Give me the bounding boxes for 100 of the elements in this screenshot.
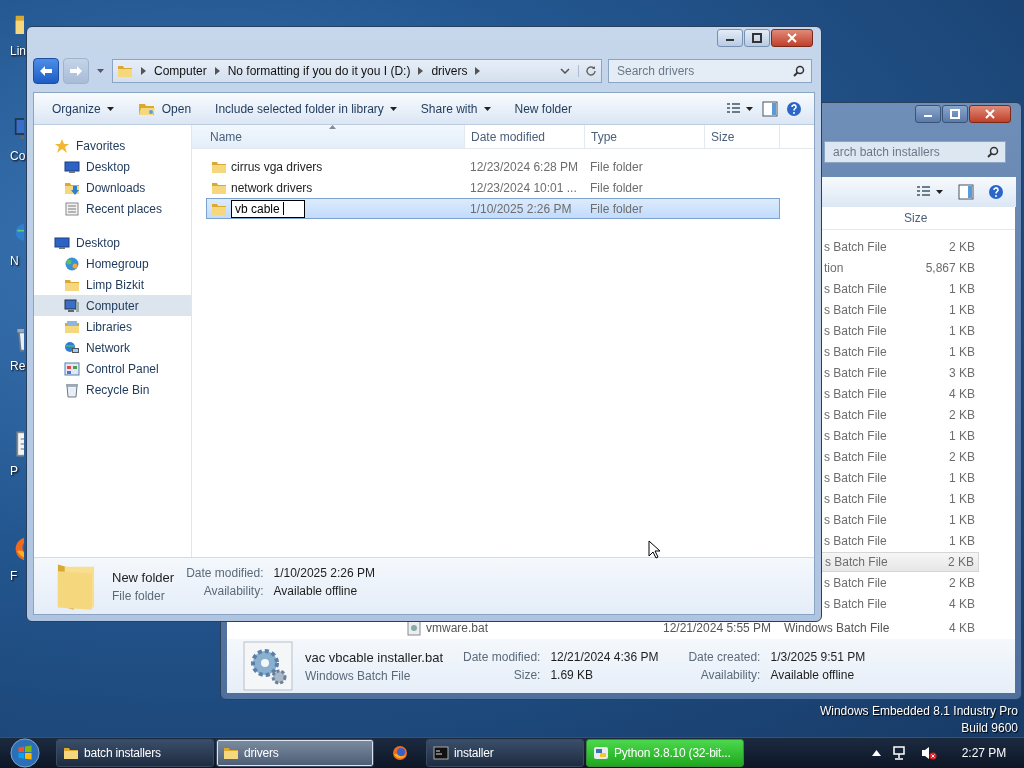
minimize-button[interactable] [915, 105, 941, 123]
table-cell: network drivers [231, 180, 313, 195]
nav-item[interactable]: Desktop [34, 232, 191, 253]
nav-item[interactable]: Favorites [34, 135, 191, 156]
chevron-icon[interactable] [141, 67, 146, 75]
toolbar-button[interactable]: Include selected folder in library [205, 98, 407, 119]
chevron-icon[interactable] [418, 67, 424, 75]
desktop-icon-label[interactable]: P [10, 464, 18, 478]
nav-item[interactable]: Computer [34, 295, 191, 316]
arrow-right-icon [69, 65, 83, 77]
view-options-button[interactable] [724, 101, 756, 116]
taskbar-button[interactable]: batch installers [56, 739, 214, 767]
table-cell: 2 KB [949, 576, 975, 590]
help-button[interactable] [986, 184, 1006, 200]
gear-icon [243, 641, 293, 691]
folder-icon [63, 745, 79, 761]
nav-item[interactable]: Network [34, 337, 191, 358]
table-cell: s Batch File [824, 240, 887, 254]
nav-item[interactable]: Limp Bizkit [34, 274, 191, 295]
nav-item[interactable]: Control Panel [34, 358, 191, 379]
desktop-icon-label[interactable]: F [10, 569, 18, 583]
file-row[interactable]: vb cable 1/10/2025 2:26 PM File folder [206, 198, 780, 219]
preview-pane-button[interactable] [760, 100, 780, 117]
maximize-button[interactable] [744, 29, 770, 47]
nav-item[interactable]: Downloads [34, 177, 191, 198]
desktop-icon-label[interactable]: Re [10, 359, 26, 373]
search-field[interactable]: arch batch installers [824, 141, 1006, 163]
nav-item[interactable]: Recent places [34, 198, 191, 219]
table-cell-text: 1/10/2025 2:26 PM [469, 201, 573, 216]
caret-icon [106, 106, 114, 111]
field-value: 1/10/2025 2:26 PM [273, 566, 375, 580]
chevron-icon[interactable] [475, 67, 481, 75]
caret-icon[interactable] [560, 68, 570, 74]
table-cell: Windows Batch File [784, 621, 890, 635]
muted-speaker-icon[interactable] [921, 745, 937, 761]
table-cell: 4 KB [949, 597, 975, 611]
rename-field[interactable]: vb cable [231, 199, 305, 218]
back-button[interactable] [33, 58, 59, 84]
nav-item[interactable]: Desktop [34, 156, 191, 177]
maximize-button[interactable] [942, 105, 968, 123]
nav-item[interactable]: Libraries [34, 316, 191, 337]
breadcrumb[interactable]: Computer [154, 64, 207, 78]
address-bar[interactable]: Computer No formatting if you do it you I (D:) drivers [112, 59, 602, 83]
table-cell: tion [824, 261, 844, 275]
close-button[interactable] [969, 105, 1011, 123]
close-button[interactable] [771, 29, 813, 47]
console-icon [433, 745, 449, 761]
minimize-button[interactable] [717, 29, 743, 47]
folder-icon [117, 63, 133, 79]
show-hidden-icons-icon[interactable] [872, 750, 881, 756]
close-icon [787, 33, 797, 43]
table-cell: 2 KB [948, 555, 974, 569]
caret-icon [389, 106, 397, 111]
view-options-button[interactable] [914, 185, 946, 199]
toolbar-button[interactable]: New folder [504, 98, 582, 119]
field-value: Available offline [770, 668, 856, 682]
field-value: Available offline [273, 584, 359, 598]
breadcrumb[interactable]: drivers [431, 64, 468, 78]
column-header[interactable]: Size [705, 125, 780, 148]
network-icon [64, 339, 80, 356]
column-header[interactable]: Name [192, 125, 465, 148]
search-icon [793, 65, 805, 77]
table-cell: s Batch File [824, 282, 887, 296]
help-button[interactable] [784, 100, 804, 117]
clock[interactable]: 2:27 PM [954, 746, 1014, 760]
column-header[interactable]: Type [585, 125, 705, 148]
desktop-icon-label[interactable]: Co [10, 149, 26, 163]
breadcrumb[interactable]: No formatting if you do it you I (D:) [227, 64, 411, 78]
nav-item[interactable]: Homegroup [34, 253, 191, 274]
column-header[interactable]: Date modified [465, 125, 585, 148]
computer-icon [64, 297, 80, 314]
refresh-icon[interactable] [578, 65, 597, 77]
nav-item[interactable]: Recycle Bin [34, 379, 191, 400]
table-cell-text: 12/23/2024 10:01 ... [469, 180, 578, 195]
caret-icon[interactable] [97, 69, 104, 73]
search-placeholder: arch batch installers [833, 145, 940, 159]
table-cell: s Batch File [824, 576, 887, 590]
toolbar-button[interactable]: Open [127, 97, 202, 120]
search-icon [987, 146, 999, 158]
maximize-icon [950, 109, 960, 119]
toolbar-button[interactable]: Organize [42, 98, 124, 119]
file-name: vac vbcable installer.bat [305, 649, 444, 665]
preview-pane-button[interactable] [956, 184, 976, 200]
table-cell: s Batch File [824, 597, 887, 611]
desktop-icon-label[interactable]: N [10, 254, 19, 268]
field-label: Date created: [688, 650, 761, 664]
column-header[interactable]: Size [904, 211, 928, 225]
table-cell-text: File folder [589, 201, 644, 216]
taskbar-button[interactable]: drivers [216, 739, 374, 767]
taskbar-button[interactable]: installer [426, 739, 584, 767]
chevron-icon[interactable] [214, 67, 220, 75]
desktop-icon-label[interactable]: Lin [10, 44, 26, 58]
search-field[interactable]: Search drivers [608, 59, 812, 83]
search-placeholder: Search drivers [617, 64, 695, 78]
field-label: Date modified: [463, 650, 541, 664]
start-button[interactable] [8, 738, 42, 768]
table-cell: s Batch File [824, 513, 887, 527]
table-cell-text: 12/23/2024 6:28 PM [469, 159, 580, 174]
toolbar-button[interactable]: Share with [410, 98, 501, 119]
table-cell: s Batch File [824, 366, 887, 380]
